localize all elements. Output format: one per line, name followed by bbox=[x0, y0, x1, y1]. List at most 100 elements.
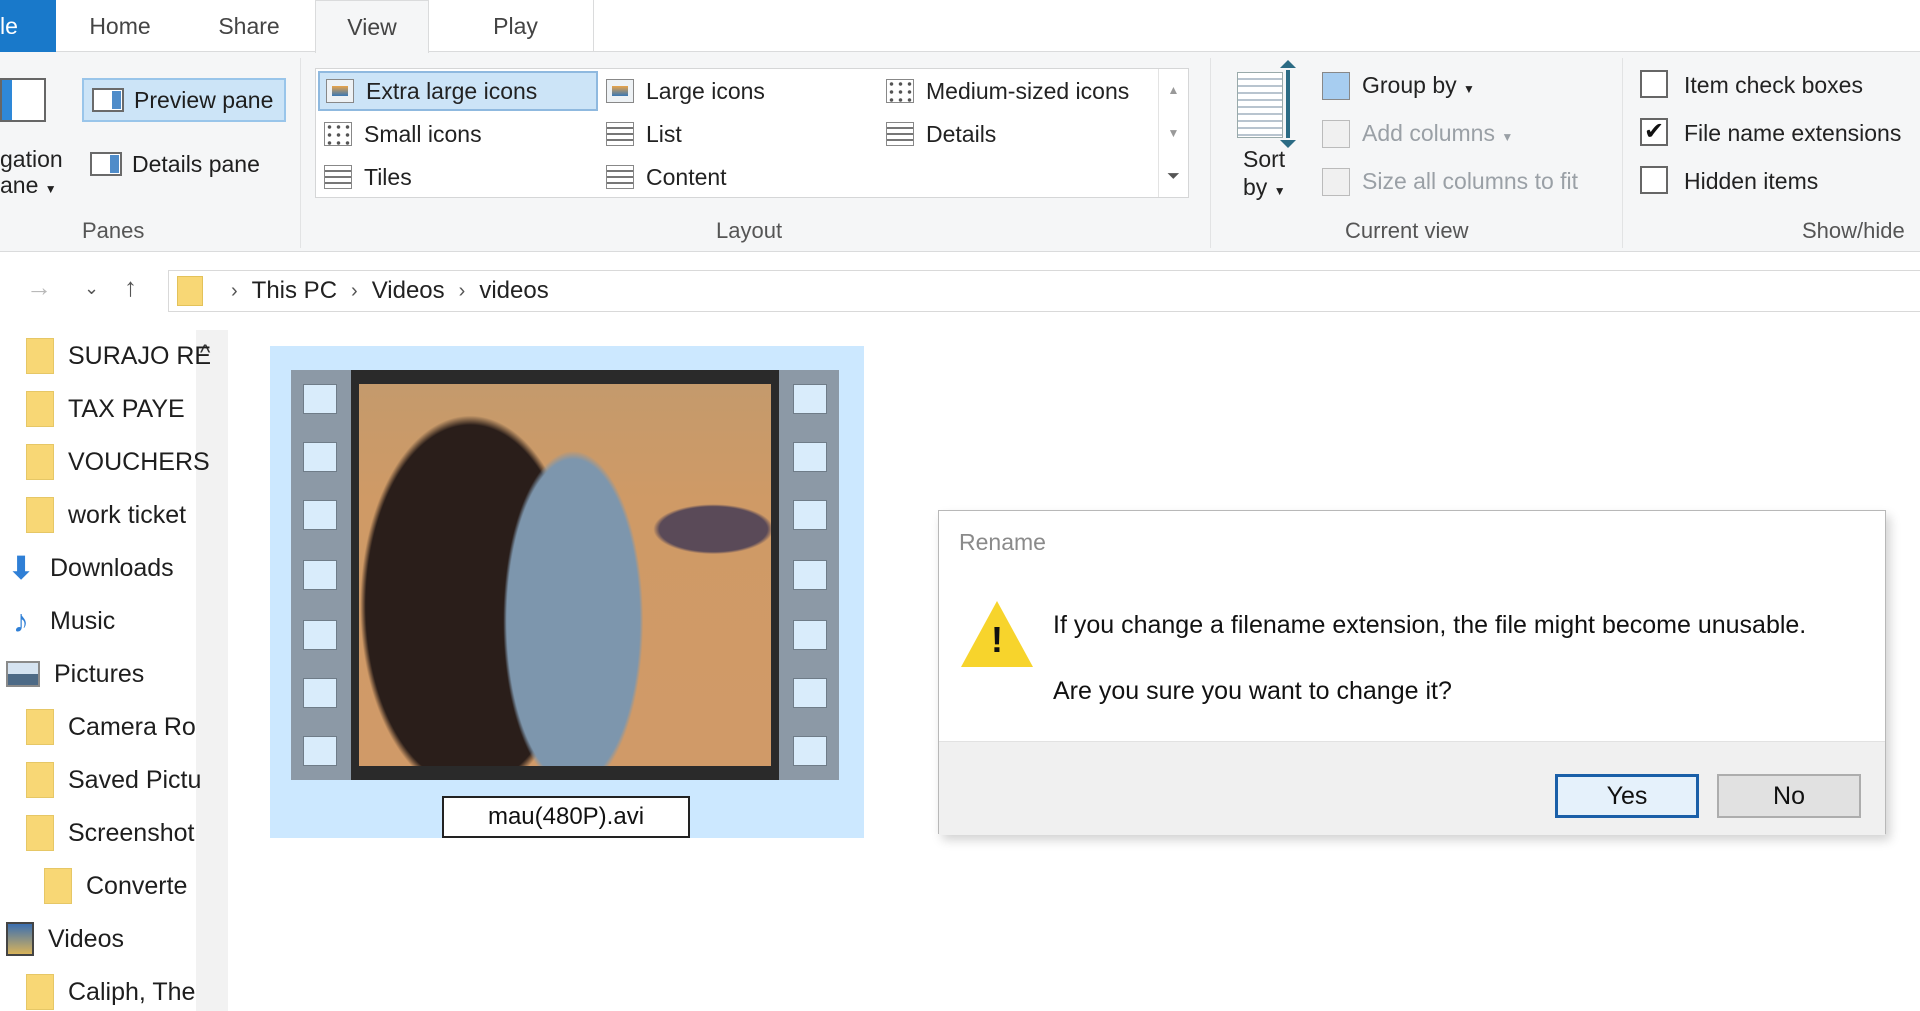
tab-view[interactable]: View bbox=[315, 0, 429, 53]
layout-extra-large-icons[interactable]: Extra large icons bbox=[318, 71, 598, 111]
breadcrumb-videos-sub[interactable]: videos bbox=[479, 277, 548, 305]
layout-list[interactable]: List bbox=[600, 114, 870, 154]
scroll-down-icon[interactable]: ▼ bbox=[1159, 112, 1188, 155]
chevron-down-icon: ▼ bbox=[44, 182, 57, 196]
layout-medium-icons[interactable]: Medium-sized icons bbox=[880, 71, 1156, 111]
layout-large-icons[interactable]: Large icons bbox=[600, 71, 870, 111]
folder-icon bbox=[26, 762, 54, 798]
film-hole bbox=[303, 620, 337, 650]
hidden-items-label: Hidden items bbox=[1684, 168, 1819, 194]
address-bar[interactable]: › This PC › Videos › videos bbox=[168, 270, 1920, 312]
layout-small-icons[interactable]: Small icons bbox=[318, 114, 598, 154]
group-separator bbox=[1210, 58, 1211, 248]
file-name-extensions-checkbox[interactable]: ✔ bbox=[1640, 118, 1668, 146]
sort-by-label-2: by ▼ bbox=[1243, 174, 1286, 200]
folder-icon bbox=[177, 276, 203, 306]
rename-dialog: Rename ! If you change a filename extens… bbox=[938, 510, 1886, 835]
sidebar-item-saved-pictures[interactable]: Saved Pictu bbox=[26, 758, 222, 802]
group-label-current-view: Current view bbox=[1345, 218, 1469, 243]
group-by-icon bbox=[1322, 72, 1350, 100]
checkmark-icon: ✔ bbox=[1643, 118, 1665, 145]
film-hole bbox=[303, 442, 337, 472]
dialog-message: If you change a filename extension, the … bbox=[1053, 611, 1807, 639]
sidebar-item-converted[interactable]: Converte bbox=[44, 864, 196, 908]
breadcrumb-videos[interactable]: Videos bbox=[372, 277, 445, 305]
sidebar-item-vouchers[interactable]: VOUCHERS bbox=[26, 440, 222, 484]
sort-by-icon bbox=[1237, 72, 1283, 138]
folder-icon bbox=[26, 974, 54, 1010]
tiles-icon bbox=[324, 165, 352, 189]
no-button[interactable]: No bbox=[1717, 774, 1861, 818]
sidebar-item-work-ticket[interactable]: work ticket bbox=[26, 493, 222, 537]
gallery-expand-icon[interactable]: ⏷ bbox=[1159, 155, 1188, 198]
sidebar-item-downloads[interactable]: ⬇ Downloads bbox=[6, 546, 202, 590]
dialog-question: Are you sure you want to change it? bbox=[1053, 677, 1452, 705]
rename-input[interactable]: mau(480P).avi bbox=[442, 796, 690, 838]
layout-item-label: Small icons bbox=[364, 120, 482, 147]
group-label-panes: Panes bbox=[82, 218, 145, 243]
preview-pane-button[interactable]: Preview pane bbox=[82, 78, 286, 122]
film-hole bbox=[303, 384, 337, 414]
details-pane-button[interactable]: Details pane bbox=[82, 142, 286, 186]
film-hole bbox=[303, 678, 337, 708]
item-check-boxes-checkbox[interactable] bbox=[1640, 70, 1668, 98]
details-pane-icon bbox=[90, 152, 122, 176]
warning-exclamation: ! bbox=[991, 619, 1003, 660]
videos-icon bbox=[6, 922, 34, 956]
layout-item-label: Tiles bbox=[364, 163, 412, 190]
sidebar-item-videos[interactable]: Videos bbox=[6, 917, 202, 961]
breadcrumb-this-pc[interactable]: This PC bbox=[252, 277, 337, 305]
film-hole bbox=[793, 384, 827, 414]
tab-share[interactable]: Share bbox=[205, 0, 293, 52]
sidebar-item-screenshots[interactable]: Screenshot bbox=[26, 811, 222, 855]
gallery-scrollbar[interactable]: ▲ ▼ ⏷ bbox=[1158, 69, 1188, 197]
layout-details[interactable]: Details bbox=[880, 114, 1156, 154]
details-icon bbox=[886, 122, 914, 146]
forward-arrow-icon[interactable]: → bbox=[26, 272, 52, 303]
navigation-bar: → ⌄ ↑ › This PC › Videos › videos bbox=[0, 266, 1920, 316]
up-arrow-icon[interactable]: ↑ bbox=[124, 272, 137, 303]
film-hole bbox=[793, 620, 827, 650]
breadcrumb-separator: › bbox=[351, 279, 358, 302]
video-thumbnail bbox=[291, 370, 839, 780]
folder-icon bbox=[26, 709, 54, 745]
folder-icon bbox=[26, 815, 54, 851]
layout-gallery: Extra large icons Large icons Medium-siz… bbox=[315, 68, 1189, 198]
add-columns-label: Add columns ▼ bbox=[1362, 120, 1514, 146]
sidebar-item-music[interactable]: ♪ Music bbox=[6, 599, 202, 643]
sidebar-item-caliph[interactable]: Caliph, The bbox=[26, 970, 222, 1011]
tab-play[interactable]: Play bbox=[438, 0, 594, 52]
tab-file[interactable]: le bbox=[0, 0, 56, 52]
scroll-up-icon[interactable]: ▲ bbox=[1159, 69, 1188, 112]
layout-item-label: Content bbox=[646, 163, 727, 190]
sidebar-item-label: work ticket bbox=[68, 500, 187, 529]
film-hole bbox=[793, 500, 827, 530]
group-separator bbox=[1622, 58, 1623, 248]
size-columns-icon bbox=[1322, 168, 1350, 196]
layout-tiles[interactable]: Tiles bbox=[318, 157, 598, 197]
dialog-title: Rename bbox=[959, 529, 1046, 555]
music-icon: ♪ bbox=[13, 603, 29, 639]
sidebar-item-pictures[interactable]: Pictures bbox=[6, 652, 202, 696]
recent-locations-chevron-icon[interactable]: ⌄ bbox=[84, 278, 99, 299]
sidebar-item-label: Camera Ro bbox=[68, 712, 196, 741]
folder-icon bbox=[26, 391, 54, 427]
pictures-icon bbox=[6, 661, 40, 687]
layout-content[interactable]: Content bbox=[600, 157, 870, 197]
tab-home[interactable]: Home bbox=[78, 0, 162, 52]
chevron-down-icon: ▼ bbox=[1501, 130, 1514, 144]
breadcrumb-separator: › bbox=[458, 279, 466, 302]
list-icon bbox=[606, 122, 634, 146]
file-item-selected[interactable]: mau(480P).avi bbox=[270, 346, 864, 838]
sidebar-item-camera-roll[interactable]: Camera Ro bbox=[26, 705, 222, 749]
details-pane-label: Details pane bbox=[132, 150, 260, 177]
preview-pane-icon bbox=[92, 88, 124, 112]
sidebar-item-tax-paye[interactable]: TAX PAYE bbox=[26, 387, 222, 431]
file-name-extensions-label: File name extensions bbox=[1684, 120, 1902, 146]
sidebar-item-surajo[interactable]: SURAJO RE bbox=[26, 334, 222, 378]
hidden-items-checkbox[interactable] bbox=[1640, 166, 1668, 194]
navigation-pane-icon bbox=[0, 78, 46, 122]
layout-item-label: Large icons bbox=[646, 77, 765, 104]
yes-button[interactable]: Yes bbox=[1555, 774, 1699, 818]
extra-large-icons-icon bbox=[326, 79, 354, 103]
